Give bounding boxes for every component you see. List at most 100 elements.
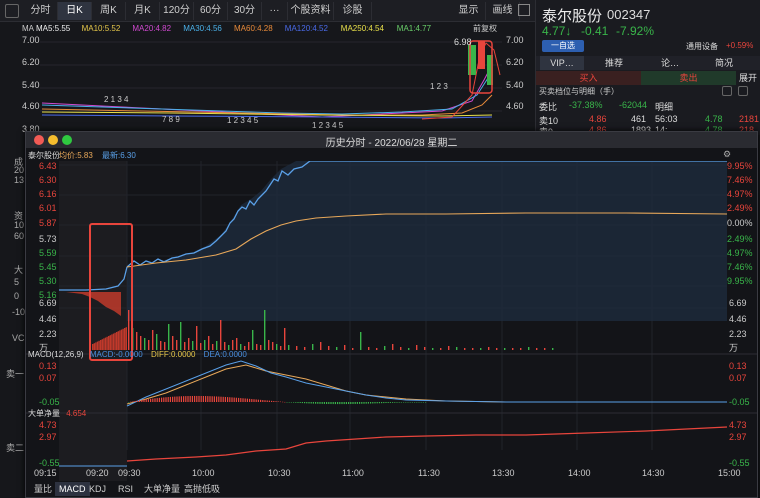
ma-prefix: MA [22,24,34,33]
axis-label: 0.13 [39,361,57,371]
toolbar-tab[interactable]: ··· [262,2,288,20]
macd-bar [205,396,207,402]
left-strip-item: 0 [14,291,20,301]
settings-icon[interactable] [738,86,748,96]
ma-item: MA60:4.28 [234,24,273,33]
macd-value: MACD:-0.0000 [89,350,143,359]
toolbar-tab[interactable]: 显示 [452,2,486,20]
macd-bar [339,402,341,405]
macd-bar [348,402,350,405]
volume-bar [103,338,105,350]
left-strip: 成 20 13 资 10 60 大 5 0 -10 VC 卖一 卖二 [0,135,25,498]
axis-label: 2.23 [729,329,747,339]
list-icon[interactable] [722,86,732,96]
indicator-tab[interactable]: KDJ [85,482,110,496]
axis-label: -0.05 [729,397,750,407]
side-tab-forum[interactable]: 论… [650,56,690,70]
macd-bar [141,400,143,402]
toolbar-tab[interactable]: 周K [92,2,126,20]
watch-button[interactable]: 一自选 [542,40,584,52]
macd-bar [290,402,292,403]
toolbar-tab[interactable]: 30分 [228,2,262,20]
diff-value: DIFF:0.0000 [150,350,196,359]
buy-button[interactable]: 买入 [536,71,641,85]
macd-bar [268,400,270,402]
volume-bar [320,342,322,350]
macd-bar [150,398,152,402]
macd-bar [130,401,132,403]
macd-bar [271,400,273,402]
macd-bar [332,402,334,405]
macd-bar [279,401,281,403]
industry-name[interactable]: 通用设备 [686,41,718,52]
toolbar-tab[interactable]: 分时 [24,2,58,20]
expand-button[interactable]: 展开 [738,71,758,85]
toolbar-tab[interactable]: 画线 [486,2,520,20]
volume-bar [119,330,121,350]
volume-bar [101,339,103,350]
macd-bar [180,396,182,402]
time-label: 09:15 [34,468,57,478]
volume-bar [456,347,458,350]
axis-label: 5.73 [39,234,57,244]
time-label: 10:00 [192,468,215,478]
time-label: 11:30 [418,468,440,478]
axis-label: 7.00 [506,35,524,45]
macd-bar [273,401,275,402]
toolbar-tab[interactable]: 月K [126,2,160,20]
indicator-tab[interactable]: 量比 [30,482,56,496]
axis-label: 6.16 [39,189,57,199]
macd-bar [308,402,310,404]
side-tab-vip[interactable]: VIP… [540,56,584,70]
axis-label: 9.95% [727,161,753,171]
macd-bar [132,401,134,402]
volume-bar [124,328,126,350]
indicator-tab[interactable]: 高抛低吸 [180,482,224,496]
toolbar-tab[interactable]: 个股资料 [288,2,334,20]
back-icon[interactable] [5,4,19,18]
volume-bar [108,336,110,350]
detail-link[interactable]: 明细 [655,100,673,113]
macd-bar [238,397,240,402]
weibi-pct: -37.38% [569,100,603,110]
macd-bar [345,402,347,405]
macd-bar [211,396,213,402]
volume-bar [512,348,514,350]
macd-bar [246,398,248,402]
volume-bar [220,320,222,350]
qianfuquan-button[interactable]: 前复权 [473,22,497,35]
macd-bar [425,402,427,403]
macd-bar [414,402,416,403]
macd-bar [147,399,149,402]
left-strip-item: 13 [14,175,25,185]
volume-bar [232,340,234,350]
axis-label: 5.30 [39,276,57,286]
toolbar-tab[interactable]: 60分 [194,2,228,20]
indicator-tab[interactable]: 大单净量 [140,482,184,496]
top-toolbar: 分时 日K 周K 月K 120分 60分 30分 ··· 个股资料 诊股 显示 画线 [0,0,535,22]
indicator-tab[interactable]: RSI [114,482,137,496]
fullscreen-icon[interactable] [518,4,530,16]
toolbar-tab[interactable]: 日K [58,2,92,20]
macd-bar [352,402,354,404]
side-tab-brief[interactable]: 简况 [704,56,744,70]
toolbar-tab[interactable]: 120分 [160,2,194,20]
row-vol2: 2181 [739,114,760,124]
toolbar-tab[interactable]: 诊股 [334,2,372,20]
sell-button[interactable]: 卖出 [641,71,736,85]
axis-label: 6.30 [39,175,57,185]
macd-bar [249,398,251,402]
macd-bar [224,396,226,402]
volume-bar [480,348,482,350]
axis-label: 7.46% [727,175,753,185]
stock-code: 002347 [607,7,651,22]
weibi-diff: -62044 [619,100,648,110]
settings-gear-icon[interactable]: ⚙ [723,149,731,160]
macd-bar [363,402,365,404]
volume-bar [544,348,546,350]
side-tab-recommend[interactable]: 推荐 [594,56,634,70]
axis-label: 4.46 [39,314,57,324]
axis-label: 4.60 [506,101,524,111]
volume-bar [136,332,138,350]
ma-item: MA30:4.56 [183,24,222,33]
